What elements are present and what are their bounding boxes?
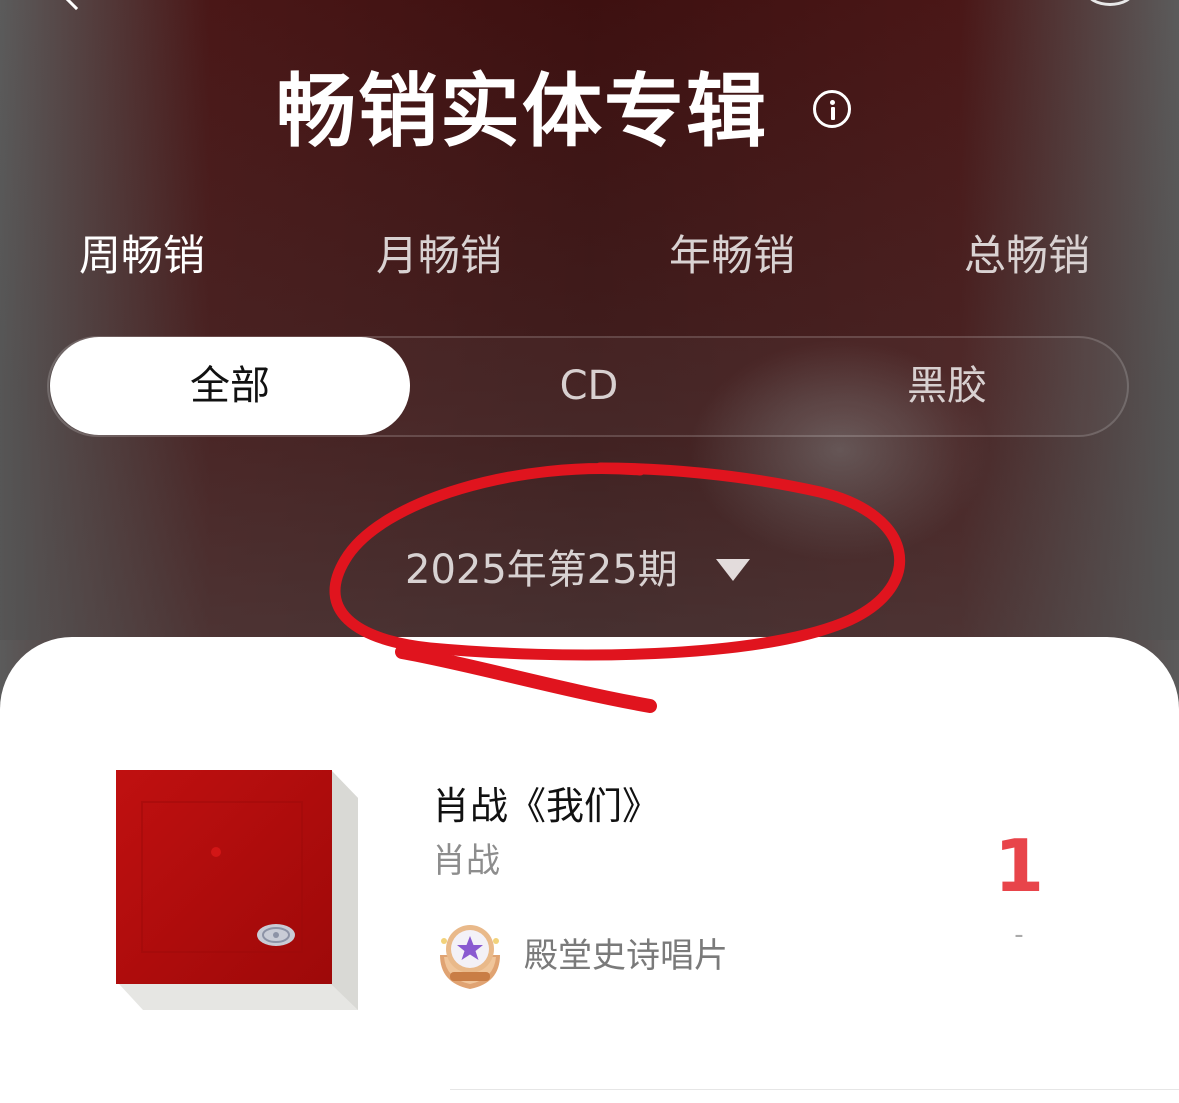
tab-monthly[interactable]: 月畅销 (376, 226, 502, 286)
album-cover (116, 770, 358, 1010)
tab-yearly[interactable]: 年畅销 (669, 226, 795, 286)
screen: 畅销实体专辑 周畅销 月畅销 年畅销 总畅销 全部 CD 黑胶 2025年第25… (0, 0, 1179, 1103)
issue-label: 2025年第25期 (405, 547, 678, 593)
award-label: 殿堂史诗唱片 (524, 936, 728, 976)
issue-selector[interactable]: 2025年第25期 (405, 540, 750, 600)
rank-change: - (1014, 920, 1024, 950)
tab-all-time[interactable]: 总畅销 (964, 226, 1090, 286)
format-tab-all[interactable]: 全部 (50, 337, 410, 435)
cover-emblem (257, 924, 295, 946)
page-title: 畅销实体专辑 (276, 65, 768, 158)
format-tab-vinyl[interactable]: 黑胶 (768, 337, 1126, 435)
album-title[interactable]: 肖战《我们》 (432, 777, 660, 835)
format-tab-cd[interactable]: CD (410, 337, 768, 435)
info-icon[interactable] (813, 90, 851, 128)
album-artist: 肖战 (432, 841, 500, 881)
caret-down-icon (715, 559, 750, 581)
chevron-left-icon[interactable] (61, 0, 91, 11)
list-divider (450, 1089, 1179, 1090)
award-badge-icon (440, 925, 500, 989)
share-icon[interactable] (1086, 0, 1134, 6)
rank-number: 1 (993, 824, 1045, 908)
tab-weekly[interactable]: 周畅销 (79, 226, 205, 286)
